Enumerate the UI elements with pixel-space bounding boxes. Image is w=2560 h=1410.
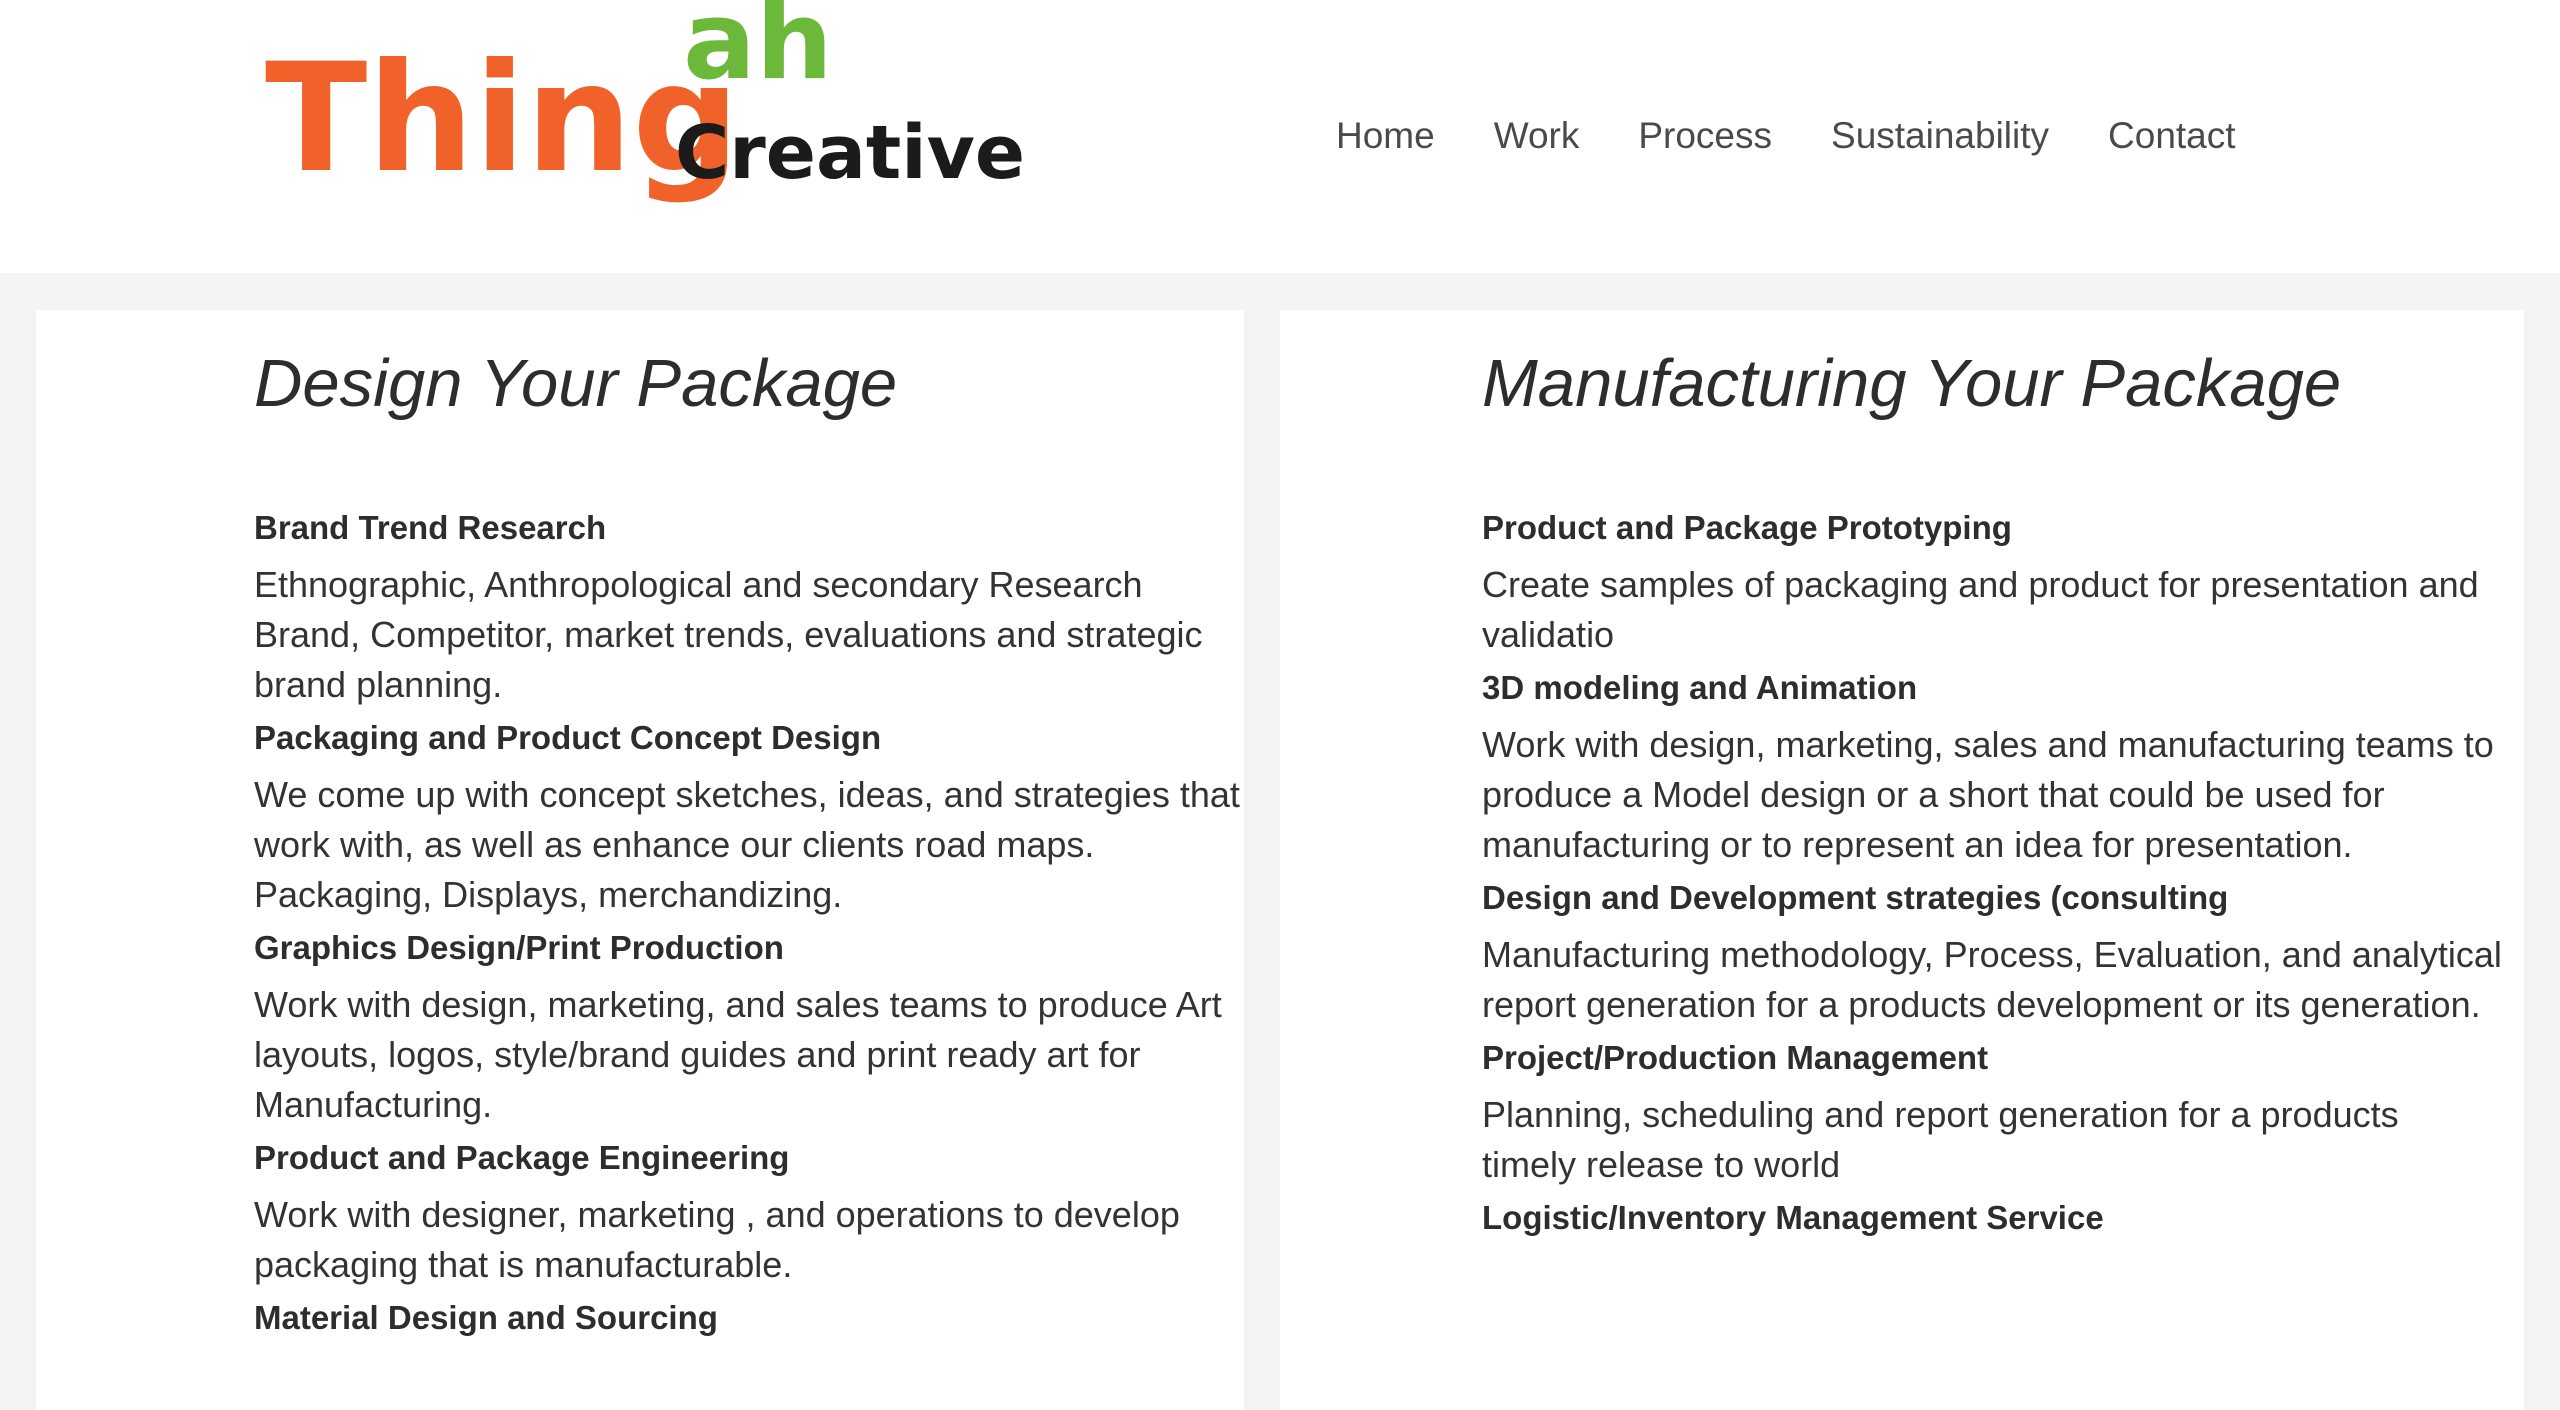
service-item: Material Design and Sourcing (254, 1298, 1244, 1338)
service-title: Product and Package Engineering (254, 1139, 790, 1176)
logo-word-thing: Thing (265, 32, 740, 206)
service-title: Material Design and Sourcing (254, 1299, 718, 1336)
service-description: Create samples of packaging and product … (1482, 564, 2479, 655)
logo-graphic: Thing ah Creative... (265, 0, 1025, 206)
service-item: Project/Production Management Planning, … (1482, 1038, 2502, 1190)
service-item: Graphics Design/Print Production Work wi… (254, 928, 1244, 1130)
service-title: Packaging and Product Concept Design (254, 719, 882, 756)
service-description: Manufacturing methodology, Process, Eval… (1482, 934, 2502, 1025)
service-title: Product and Package Prototyping (1482, 509, 2012, 546)
service-item: Brand Trend Research Ethnographic, Anthr… (254, 508, 1244, 710)
manufacturing-services-list: Product and Package Prototyping Create s… (1482, 508, 2502, 1238)
service-item: Product and Package Engineering Work wit… (254, 1138, 1244, 1290)
service-description: Work with designer, marketing , and oper… (254, 1194, 1180, 1285)
nav-contact[interactable]: Contact (2108, 112, 2236, 160)
nav-work[interactable]: Work (1494, 112, 1580, 160)
service-item: Design and Development strategies (consu… (1482, 878, 2502, 1030)
service-item: 3D modeling and Animation Work with desi… (1482, 668, 2502, 870)
service-title: 3D modeling and Animation (1482, 669, 1918, 706)
service-title: Graphics Design/Print Production (254, 929, 784, 966)
logo-word-ah: ah (683, 0, 833, 104)
service-description: Ethnographic, Anthropological and second… (254, 564, 1203, 705)
nav-sustainability[interactable]: Sustainability (1831, 112, 2049, 160)
service-description: We come up with concept sketches, ideas,… (254, 774, 1240, 915)
manufacturing-panel: Manufacturing Your Package Product and P… (1280, 310, 2524, 1410)
service-title: Brand Trend Research (254, 509, 607, 546)
thingah-creative-logo[interactable]: Thing ah Creative... (265, 0, 1025, 230)
nav-home[interactable]: Home (1336, 112, 1435, 160)
nav-process[interactable]: Process (1638, 112, 1772, 160)
main-nav: Home Work Process Sustainability Contact (1336, 112, 2295, 160)
service-title: Design and Development strategies (consu… (1482, 879, 2229, 916)
design-panel-title: Design Your Package (254, 346, 898, 421)
service-description: Work with design, marketing, and sales t… (254, 984, 1222, 1125)
site-header: Thing ah Creative... Home Work Process S… (0, 0, 2560, 273)
service-title: Project/Production Management (1482, 1039, 1989, 1076)
service-description: Work with design, marketing, sales and m… (1482, 724, 2494, 865)
service-item: Logistic/Inventory Management Service (1482, 1198, 2502, 1238)
design-services-list: Brand Trend Research Ethnographic, Anthr… (254, 508, 1244, 1338)
service-title: Logistic/Inventory Management Service (1482, 1199, 2104, 1236)
manufacturing-panel-title: Manufacturing Your Package (1482, 346, 2342, 421)
service-item: Packaging and Product Concept Design We … (254, 718, 1244, 920)
service-item: Product and Package Prototyping Create s… (1482, 508, 2502, 660)
logo-word-creative: Creative... (675, 110, 1025, 196)
service-description: Planning, scheduling and report generati… (1482, 1094, 2399, 1185)
design-panel: Design Your Package Brand Trend Research… (36, 310, 1244, 1410)
